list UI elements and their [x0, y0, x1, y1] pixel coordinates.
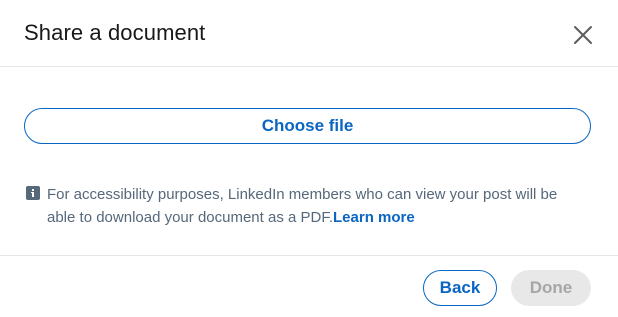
accessibility-notice: For accessibility purposes, LinkedIn mem…	[26, 183, 586, 229]
notice-text-block: For accessibility purposes, LinkedIn mem…	[47, 183, 586, 229]
done-button: Done	[511, 270, 591, 306]
dialog-footer: Back Done	[0, 255, 618, 317]
learn-more-link[interactable]: Learn more	[333, 209, 415, 226]
back-button[interactable]: Back	[423, 270, 497, 306]
dialog-title: Share a document	[24, 20, 206, 45]
close-icon	[574, 26, 592, 44]
dialog-header: Share a document	[0, 0, 618, 67]
share-document-dialog: Share a document Choose file For accessi…	[0, 0, 618, 317]
info-icon	[26, 186, 40, 200]
dialog-body: Choose file For accessibility purposes, …	[0, 67, 618, 254]
choose-file-button[interactable]: Choose file	[24, 108, 591, 144]
close-button[interactable]	[568, 20, 598, 50]
notice-text: For accessibility purposes, LinkedIn mem…	[47, 186, 558, 226]
